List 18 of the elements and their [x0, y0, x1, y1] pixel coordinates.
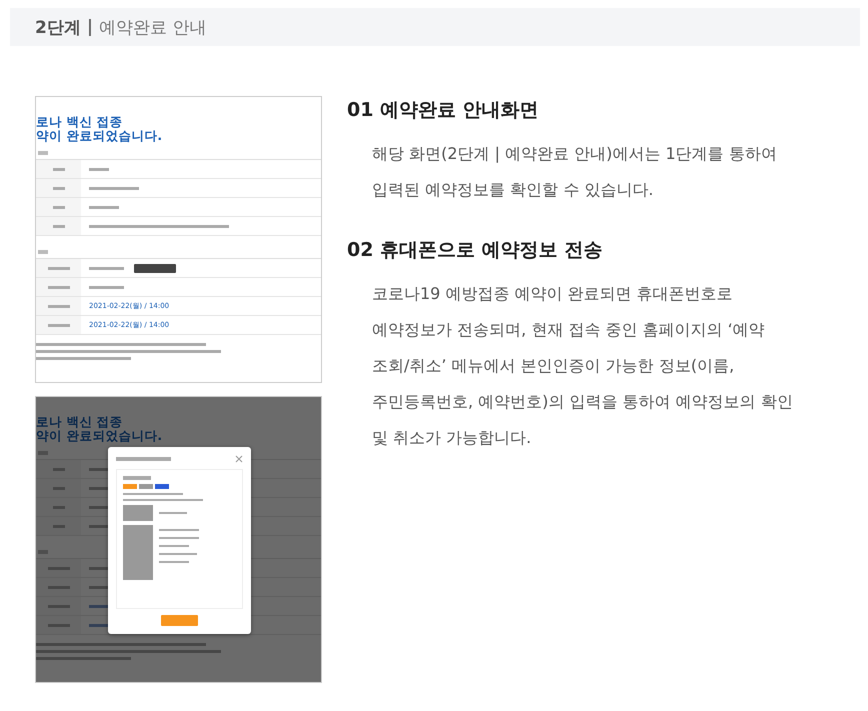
- tag: [139, 484, 153, 489]
- page-heading: 약이 완료되었습니다.: [36, 129, 164, 143]
- header-cell: [123, 505, 153, 521]
- separator: |: [86, 17, 94, 37]
- section-text: 코로나19 예방접종 예약이 완료되면 휴대폰번호로 예약정보가 전송되며, 현재 접속 중인 홈페이지의 ‘예약 조회/취소’ 메뉴에서 본인인증이 가능한 정보(이름, 주민등록번호, 예약번호)의 입력을 통하여 예약정보의 확인 및 취소가 가능합니다.: [372, 283, 793, 449]
- info-button[interactable]: [134, 264, 176, 272]
- page-heading: 약이 완료되었습니다.: [36, 429, 164, 443]
- step-label: 2단계: [35, 16, 81, 38]
- step-title: 예약완료 안내: [99, 16, 206, 38]
- header-cell: [123, 525, 153, 580]
- section-title: 02 휴대폰으로 예약정보 전송: [347, 238, 604, 263]
- close-icon[interactable]: [235, 455, 243, 463]
- page-heading: 로나 백신 접종: [36, 415, 124, 429]
- tag: [155, 484, 169, 489]
- tag: [123, 484, 137, 489]
- section-text: 해당 화면(2단계 | 예약완료 안내)에서는 1단계를 통하여 입력된 예약정보를 확인할 수 있습니다.: [372, 143, 778, 201]
- page-heading: 로나 백신 접종: [36, 115, 124, 129]
- section-title: 01 예약완료 안내화면: [347, 98, 540, 123]
